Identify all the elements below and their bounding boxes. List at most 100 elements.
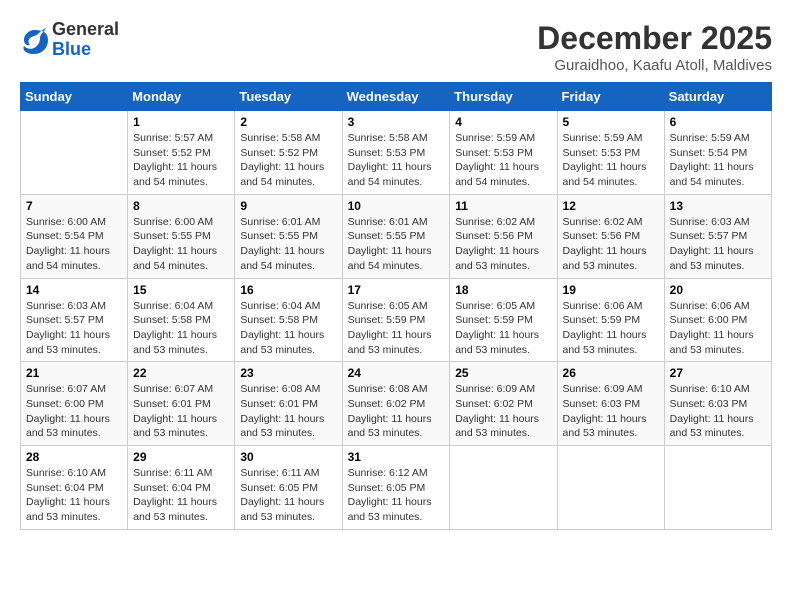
day-info: Sunrise: 6:05 AMSunset: 5:59 PMDaylight:… xyxy=(455,299,551,358)
day-number: 8 xyxy=(133,199,229,213)
day-info: Sunrise: 6:10 AMSunset: 6:04 PMDaylight:… xyxy=(26,466,122,525)
day-info: Sunrise: 6:04 AMSunset: 5:58 PMDaylight:… xyxy=(133,299,229,358)
day-number: 18 xyxy=(455,283,551,297)
day-number: 30 xyxy=(240,450,336,464)
week-row-4: 21 Sunrise: 6:07 AMSunset: 6:00 PMDaylig… xyxy=(21,362,772,446)
day-info: Sunrise: 5:59 AMSunset: 5:53 PMDaylight:… xyxy=(455,131,551,190)
day-number: 10 xyxy=(348,199,445,213)
day-cell xyxy=(664,446,771,530)
day-number: 6 xyxy=(670,115,766,129)
week-row-1: 1 Sunrise: 5:57 AMSunset: 5:52 PMDayligh… xyxy=(21,111,772,195)
day-info: Sunrise: 6:08 AMSunset: 6:01 PMDaylight:… xyxy=(240,382,336,441)
logo-icon xyxy=(20,26,48,54)
day-cell: 20 Sunrise: 6:06 AMSunset: 6:00 PMDaylig… xyxy=(664,278,771,362)
day-cell xyxy=(450,446,557,530)
day-info: Sunrise: 6:06 AMSunset: 5:59 PMDaylight:… xyxy=(563,299,659,358)
day-cell: 4 Sunrise: 5:59 AMSunset: 5:53 PMDayligh… xyxy=(450,111,557,195)
month-title: December 2025 xyxy=(537,20,772,57)
day-info: Sunrise: 6:03 AMSunset: 5:57 PMDaylight:… xyxy=(26,299,122,358)
logo-text: General Blue xyxy=(52,20,119,60)
day-info: Sunrise: 5:57 AMSunset: 5:52 PMDaylight:… xyxy=(133,131,229,190)
day-cell xyxy=(21,111,128,195)
day-number: 21 xyxy=(26,366,122,380)
day-cell: 8 Sunrise: 6:00 AMSunset: 5:55 PMDayligh… xyxy=(128,194,235,278)
day-number: 26 xyxy=(563,366,659,380)
day-cell: 18 Sunrise: 6:05 AMSunset: 5:59 PMDaylig… xyxy=(450,278,557,362)
day-number: 13 xyxy=(670,199,766,213)
day-info: Sunrise: 6:10 AMSunset: 6:03 PMDaylight:… xyxy=(670,382,766,441)
day-number: 9 xyxy=(240,199,336,213)
day-info: Sunrise: 6:05 AMSunset: 5:59 PMDaylight:… xyxy=(348,299,445,358)
day-cell: 9 Sunrise: 6:01 AMSunset: 5:55 PMDayligh… xyxy=(235,194,342,278)
day-number: 3 xyxy=(348,115,445,129)
header-monday: Monday xyxy=(128,83,235,111)
day-cell: 27 Sunrise: 6:10 AMSunset: 6:03 PMDaylig… xyxy=(664,362,771,446)
location: Guraidhoo, Kaafu Atoll, Maldives xyxy=(537,57,772,74)
day-cell: 15 Sunrise: 6:04 AMSunset: 5:58 PMDaylig… xyxy=(128,278,235,362)
header-thursday: Thursday xyxy=(450,83,557,111)
title-block: December 2025 Guraidhoo, Kaafu Atoll, Ma… xyxy=(537,20,772,74)
logo: General Blue xyxy=(20,20,119,60)
day-number: 22 xyxy=(133,366,229,380)
day-cell: 25 Sunrise: 6:09 AMSunset: 6:02 PMDaylig… xyxy=(450,362,557,446)
day-number: 14 xyxy=(26,283,122,297)
day-number: 23 xyxy=(240,366,336,380)
day-cell: 29 Sunrise: 6:11 AMSunset: 6:04 PMDaylig… xyxy=(128,446,235,530)
day-cell: 5 Sunrise: 5:59 AMSunset: 5:53 PMDayligh… xyxy=(557,111,664,195)
day-info: Sunrise: 5:58 AMSunset: 5:53 PMDaylight:… xyxy=(348,131,445,190)
day-number: 11 xyxy=(455,199,551,213)
day-cell: 16 Sunrise: 6:04 AMSunset: 5:58 PMDaylig… xyxy=(235,278,342,362)
day-info: Sunrise: 6:02 AMSunset: 5:56 PMDaylight:… xyxy=(455,215,551,274)
day-number: 2 xyxy=(240,115,336,129)
day-cell: 17 Sunrise: 6:05 AMSunset: 5:59 PMDaylig… xyxy=(342,278,450,362)
day-info: Sunrise: 6:11 AMSunset: 6:04 PMDaylight:… xyxy=(133,466,229,525)
day-info: Sunrise: 6:01 AMSunset: 5:55 PMDaylight:… xyxy=(348,215,445,274)
header-friday: Friday xyxy=(557,83,664,111)
day-cell: 22 Sunrise: 6:07 AMSunset: 6:01 PMDaylig… xyxy=(128,362,235,446)
day-cell: 24 Sunrise: 6:08 AMSunset: 6:02 PMDaylig… xyxy=(342,362,450,446)
calendar-header-row: SundayMondayTuesdayWednesdayThursdayFrid… xyxy=(21,83,772,111)
day-cell: 12 Sunrise: 6:02 AMSunset: 5:56 PMDaylig… xyxy=(557,194,664,278)
day-number: 28 xyxy=(26,450,122,464)
day-number: 20 xyxy=(670,283,766,297)
day-number: 5 xyxy=(563,115,659,129)
day-number: 12 xyxy=(563,199,659,213)
day-number: 7 xyxy=(26,199,122,213)
day-cell: 2 Sunrise: 5:58 AMSunset: 5:52 PMDayligh… xyxy=(235,111,342,195)
day-cell: 11 Sunrise: 6:02 AMSunset: 5:56 PMDaylig… xyxy=(450,194,557,278)
day-info: Sunrise: 5:59 AMSunset: 5:53 PMDaylight:… xyxy=(563,131,659,190)
day-cell: 21 Sunrise: 6:07 AMSunset: 6:00 PMDaylig… xyxy=(21,362,128,446)
day-number: 1 xyxy=(133,115,229,129)
week-row-5: 28 Sunrise: 6:10 AMSunset: 6:04 PMDaylig… xyxy=(21,446,772,530)
day-info: Sunrise: 6:07 AMSunset: 6:01 PMDaylight:… xyxy=(133,382,229,441)
day-cell: 28 Sunrise: 6:10 AMSunset: 6:04 PMDaylig… xyxy=(21,446,128,530)
day-info: Sunrise: 6:12 AMSunset: 6:05 PMDaylight:… xyxy=(348,466,445,525)
day-info: Sunrise: 5:58 AMSunset: 5:52 PMDaylight:… xyxy=(240,131,336,190)
day-info: Sunrise: 6:01 AMSunset: 5:55 PMDaylight:… xyxy=(240,215,336,274)
day-number: 29 xyxy=(133,450,229,464)
day-number: 16 xyxy=(240,283,336,297)
header-saturday: Saturday xyxy=(664,83,771,111)
day-cell: 14 Sunrise: 6:03 AMSunset: 5:57 PMDaylig… xyxy=(21,278,128,362)
day-info: Sunrise: 5:59 AMSunset: 5:54 PMDaylight:… xyxy=(670,131,766,190)
day-info: Sunrise: 6:04 AMSunset: 5:58 PMDaylight:… xyxy=(240,299,336,358)
header-sunday: Sunday xyxy=(21,83,128,111)
week-row-3: 14 Sunrise: 6:03 AMSunset: 5:57 PMDaylig… xyxy=(21,278,772,362)
header-wednesday: Wednesday xyxy=(342,83,450,111)
day-cell: 26 Sunrise: 6:09 AMSunset: 6:03 PMDaylig… xyxy=(557,362,664,446)
day-info: Sunrise: 6:00 AMSunset: 5:55 PMDaylight:… xyxy=(133,215,229,274)
day-number: 15 xyxy=(133,283,229,297)
day-cell xyxy=(557,446,664,530)
day-cell: 30 Sunrise: 6:11 AMSunset: 6:05 PMDaylig… xyxy=(235,446,342,530)
day-cell: 7 Sunrise: 6:00 AMSunset: 5:54 PMDayligh… xyxy=(21,194,128,278)
day-cell: 31 Sunrise: 6:12 AMSunset: 6:05 PMDaylig… xyxy=(342,446,450,530)
day-info: Sunrise: 6:02 AMSunset: 5:56 PMDaylight:… xyxy=(563,215,659,274)
day-number: 4 xyxy=(455,115,551,129)
day-cell: 13 Sunrise: 6:03 AMSunset: 5:57 PMDaylig… xyxy=(664,194,771,278)
day-info: Sunrise: 6:09 AMSunset: 6:02 PMDaylight:… xyxy=(455,382,551,441)
day-number: 17 xyxy=(348,283,445,297)
day-number: 31 xyxy=(348,450,445,464)
day-cell: 1 Sunrise: 5:57 AMSunset: 5:52 PMDayligh… xyxy=(128,111,235,195)
day-info: Sunrise: 6:08 AMSunset: 6:02 PMDaylight:… xyxy=(348,382,445,441)
day-number: 25 xyxy=(455,366,551,380)
